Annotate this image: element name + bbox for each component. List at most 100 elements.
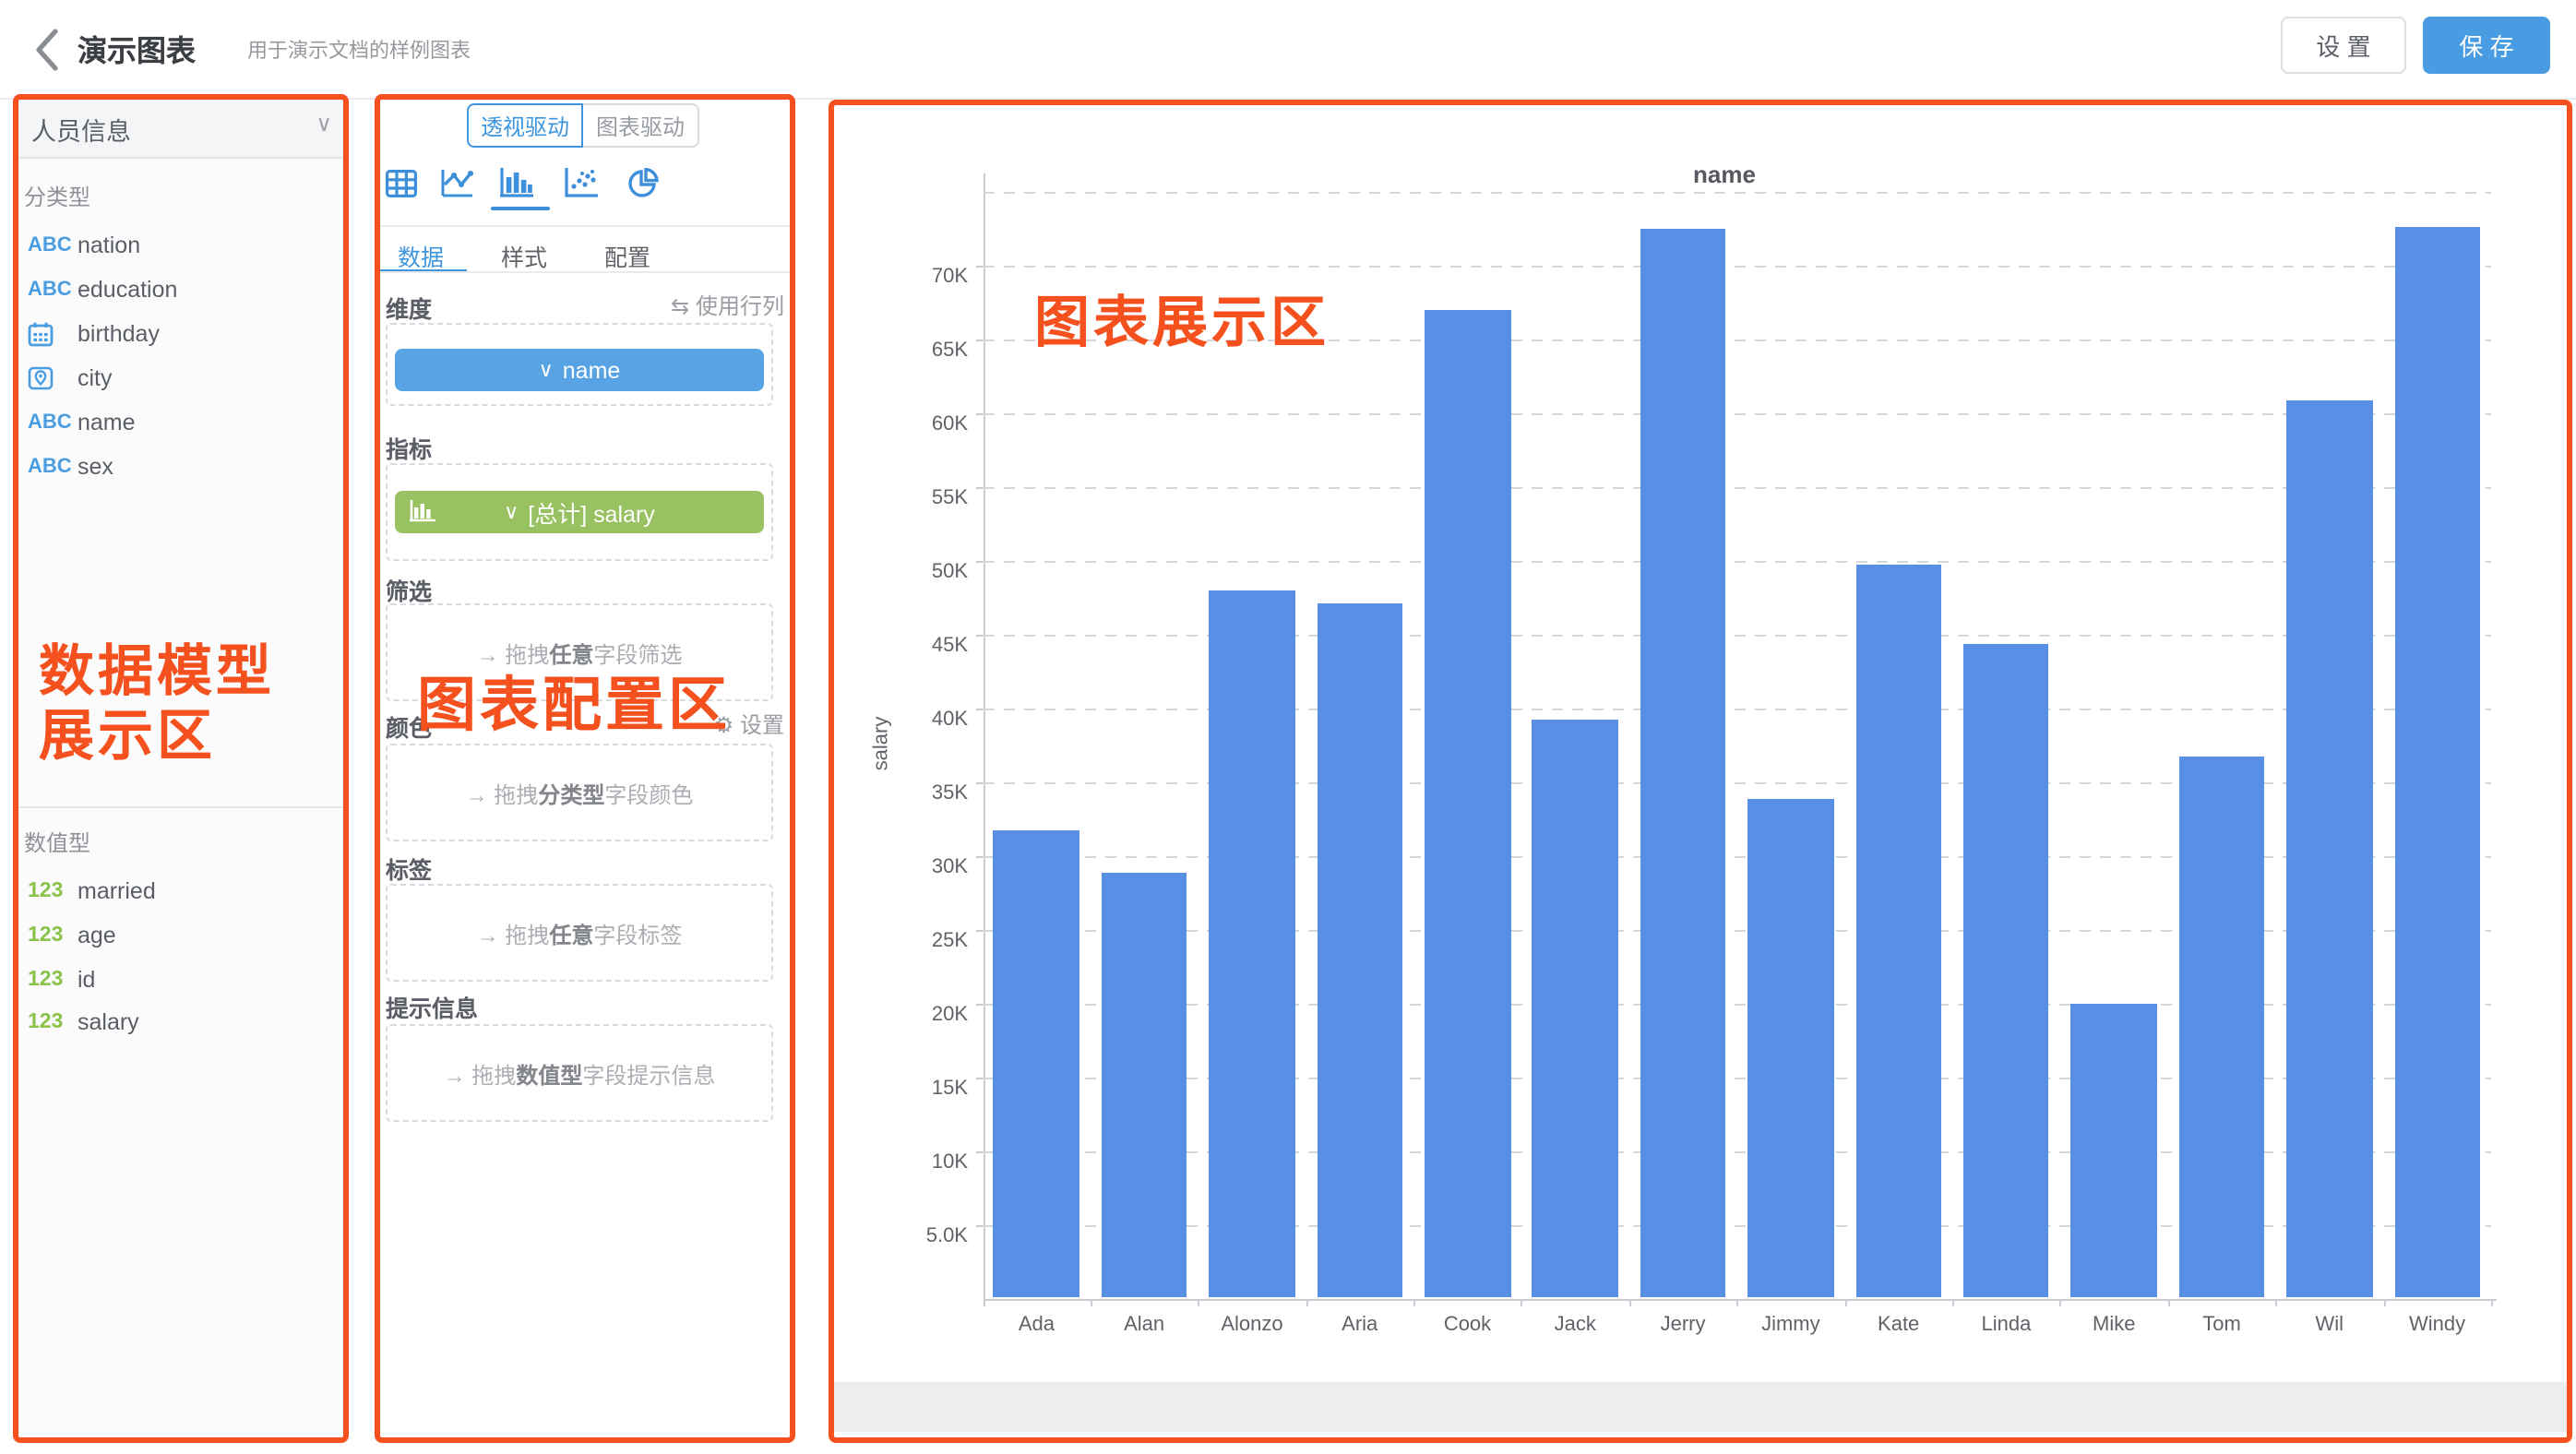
bar-chart-icon <box>410 500 435 528</box>
bar-Alonzo[interactable] <box>1209 591 1294 1298</box>
dataset-name: 人员信息 <box>31 111 131 148</box>
bar-Aria[interactable] <box>1317 602 1402 1298</box>
tooltip-dropzone[interactable]: → 拖拽数值型字段提示信息 <box>386 1024 773 1122</box>
field-age[interactable]: 123 age <box>28 914 116 955</box>
dataset-selector[interactable]: 人员信息 ∨ <box>13 94 349 159</box>
x-axis-tick <box>1413 1298 1415 1305</box>
field-nation[interactable]: ABC nation <box>28 225 140 266</box>
tab-chart-driven[interactable]: 图表驱动 <box>583 103 699 148</box>
gridline <box>983 265 2491 267</box>
y-axis-tick <box>975 339 983 340</box>
bar-Windy[interactable] <box>2394 226 2480 1298</box>
bar-Mike[interactable] <box>2071 1005 2157 1298</box>
y-axis-title: salary <box>869 716 891 770</box>
page-title: 演示图表 <box>78 26 196 70</box>
text-type-icon: ABC <box>28 278 78 300</box>
tab-style[interactable]: 样式 <box>478 238 570 273</box>
bar-Linda[interactable] <box>1963 644 2049 1298</box>
text-type-icon: ABC <box>28 455 78 477</box>
y-axis-tick <box>975 265 983 267</box>
tooltip-hint: → 拖拽数值型字段提示信息 <box>388 1059 771 1090</box>
x-axis-tick <box>1952 1298 1954 1305</box>
back-chevron-icon <box>31 26 65 74</box>
field-id[interactable]: 123 id <box>28 959 95 999</box>
bar-Cook[interactable] <box>1425 311 1510 1298</box>
color-dropzone[interactable]: → 拖拽分类型字段颜色 <box>386 744 773 841</box>
field-city[interactable]: city <box>28 357 113 398</box>
x-axis-tick-label: Wil <box>2275 1313 2383 1339</box>
chevron-down-icon: ∨ <box>504 500 519 524</box>
measure-pill-salary[interactable]: ∨ [总计] salary <box>395 491 764 533</box>
x-axis-tick <box>2168 1298 2170 1305</box>
y-axis-tick-label: 60K <box>890 412 968 438</box>
canvas-margin <box>828 1381 2572 1431</box>
back-button[interactable] <box>31 26 65 74</box>
field-education[interactable]: ABC education <box>28 268 177 309</box>
bar-chart-icon[interactable] <box>498 166 535 199</box>
text-type-icon: ABC <box>28 411 78 433</box>
line-chart-icon[interactable] <box>439 166 476 199</box>
calendar-icon <box>28 320 78 346</box>
x-axis-tick <box>1844 1298 1846 1305</box>
bar-Wil[interactable] <box>2286 400 2372 1298</box>
bar-Jerry[interactable] <box>1640 230 1726 1298</box>
x-axis-tick-label: Aria <box>1306 1313 1413 1339</box>
x-axis-tick-label: Alonzo <box>1199 1313 1306 1339</box>
drag-arrow-icon: → <box>444 1063 466 1089</box>
tab-pivot-driven[interactable]: 透视驱动 <box>467 103 583 148</box>
measure-dropzone[interactable]: ∨ [总计] salary <box>386 463 773 561</box>
y-axis-tick-label: 35K <box>890 781 968 807</box>
y-axis-tick <box>975 1150 983 1152</box>
x-axis-tick <box>2275 1298 2277 1305</box>
mode-switch: 透视驱动 图表驱动 <box>467 103 699 148</box>
tag-dropzone[interactable]: → 拖拽任意字段标签 <box>386 884 773 982</box>
field-sex[interactable]: ABC sex <box>28 446 113 486</box>
y-axis-tick <box>975 708 983 709</box>
x-axis-tick <box>2491 1298 2493 1305</box>
tab-config[interactable]: 配置 <box>581 238 674 273</box>
table-chart-icon[interactable] <box>382 166 419 199</box>
use-row-column-action[interactable]: ⇆ 使用行列 <box>671 290 784 321</box>
y-axis-tick <box>975 486 983 488</box>
y-axis-tick-label: 50K <box>890 560 968 586</box>
settings-button[interactable]: 设 置 <box>2281 17 2406 74</box>
y-axis-tick-label: 70K <box>890 265 968 291</box>
x-axis-tick-label: Alan <box>1091 1313 1199 1339</box>
field-name[interactable]: ABC name <box>28 401 136 442</box>
x-axis-tick <box>1629 1298 1631 1305</box>
field-married[interactable]: 123 married <box>28 871 156 912</box>
gridline <box>983 191 2491 193</box>
save-button[interactable]: 保 存 <box>2423 17 2550 74</box>
dimension-pill-name[interactable]: ∨ name <box>395 349 764 391</box>
gridline <box>983 412 2491 414</box>
swap-icon: ⇆ <box>671 293 689 319</box>
y-axis-tick-label: 20K <box>890 1003 968 1029</box>
y-axis-tick <box>975 929 983 931</box>
y-axis-tick-label: 10K <box>890 1150 968 1176</box>
x-axis-tick-label: Tom <box>2168 1313 2276 1339</box>
bar-Ada[interactable] <box>994 830 1079 1298</box>
field-birthday[interactable]: birthday <box>28 313 160 353</box>
number-type-icon: 123 <box>28 1010 78 1032</box>
bar-Jimmy[interactable] <box>1747 799 1833 1298</box>
tag-label: 标签 <box>386 851 432 886</box>
dimension-dropzone[interactable]: ∨ name <box>386 323 773 406</box>
bar-Alan[interactable] <box>1102 873 1187 1298</box>
bar-Kate[interactable] <box>1855 565 1941 1298</box>
chart-plot: name salary 5.0K10K15K20K25K30K35K40K45K… <box>828 99 2572 1442</box>
number-type-icon: 123 <box>28 968 78 990</box>
x-axis-line <box>983 1298 2496 1300</box>
chart-display-area[interactable]: name salary 5.0K10K15K20K25K30K35K40K45K… <box>828 99 2572 1442</box>
chevron-down-icon: ∨ <box>316 111 332 137</box>
scatter-chart-icon[interactable] <box>563 166 600 199</box>
chevron-down-icon: ∨ <box>539 358 554 382</box>
bar-Tom[interactable] <box>2179 757 2265 1298</box>
data-model-panel: 人员信息 ∨ 分类型 ABC nation ABC education <box>13 94 349 1443</box>
pie-chart-icon[interactable] <box>624 166 661 199</box>
annotation-chart-display-area: 图表展示区 <box>1034 291 1330 355</box>
x-axis-tick <box>2060 1298 2062 1305</box>
y-axis-tick-label: 55K <box>890 486 968 512</box>
y-axis-tick <box>975 781 983 783</box>
field-salary[interactable]: 123 salary <box>28 1001 139 1042</box>
bar-Jack[interactable] <box>1532 720 1618 1298</box>
